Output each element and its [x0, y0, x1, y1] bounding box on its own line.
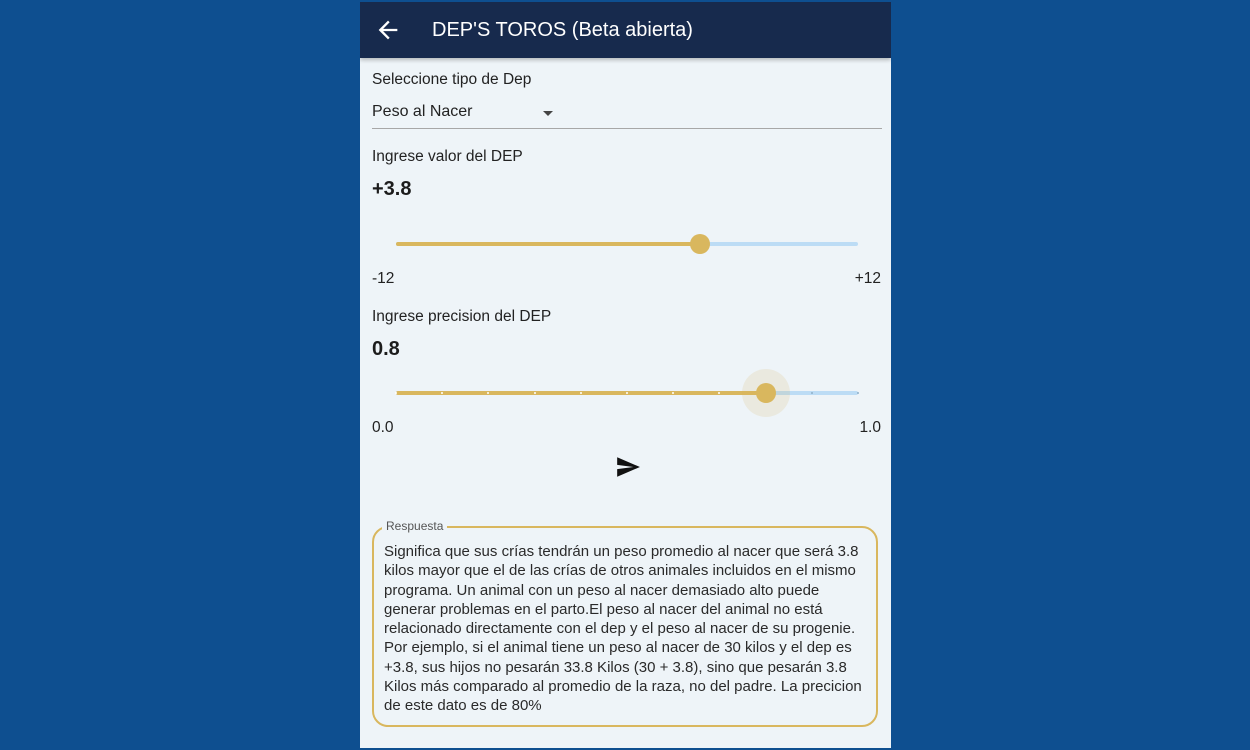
- dep-precision-slider[interactable]: [395, 369, 859, 417]
- app-screen: DEP'S TOROS (Beta abierta) Seleccione ti…: [360, 2, 891, 748]
- slider-tick: [810, 392, 813, 394]
- dep-value-slider[interactable]: [396, 232, 858, 256]
- dep-precision-min-label: 0.0: [372, 419, 394, 436]
- slider-thumb[interactable]: [755, 383, 776, 403]
- dropdown-caret-icon: [543, 111, 553, 116]
- dep-value-max-label: +12: [854, 270, 881, 287]
- dep-value-display: +3.8: [372, 178, 412, 200]
- app-title: DEP'S TOROS (Beta abierta): [432, 19, 693, 41]
- response-label: Respuesta: [382, 519, 448, 533]
- dep-precision-label: Ingrese precision del DEP: [372, 308, 552, 325]
- app-bar: DEP'S TOROS (Beta abierta): [360, 2, 891, 58]
- dep-value-label: Ingrese valor del DEP: [372, 148, 523, 165]
- slider-tick: [579, 392, 582, 394]
- send-icon[interactable]: [615, 454, 641, 480]
- response-text: Significa que sus crías tendrán un peso …: [384, 543, 862, 715]
- slider-active-track: [396, 242, 701, 246]
- dep-precision-display: 0.8: [372, 338, 400, 360]
- slider-thumb[interactable]: [690, 234, 711, 254]
- slider-tick: [857, 392, 859, 394]
- arrow-back-icon[interactable]: [374, 16, 402, 44]
- response-box: Respuesta Significa que sus crías tendrá…: [372, 519, 878, 727]
- slider-tick: [533, 392, 536, 394]
- slider-tick: [626, 392, 628, 394]
- dep-precision-max-label: 1.0: [859, 419, 881, 436]
- dep-type-dropdown[interactable]: Peso al Nacer: [372, 100, 882, 129]
- dep-type-selected: Peso al Nacer: [372, 103, 473, 120]
- slider-tick: [395, 392, 397, 394]
- dep-type-label: Seleccione tipo de Dep: [372, 71, 532, 88]
- dep-value-min-label: -12: [372, 270, 395, 287]
